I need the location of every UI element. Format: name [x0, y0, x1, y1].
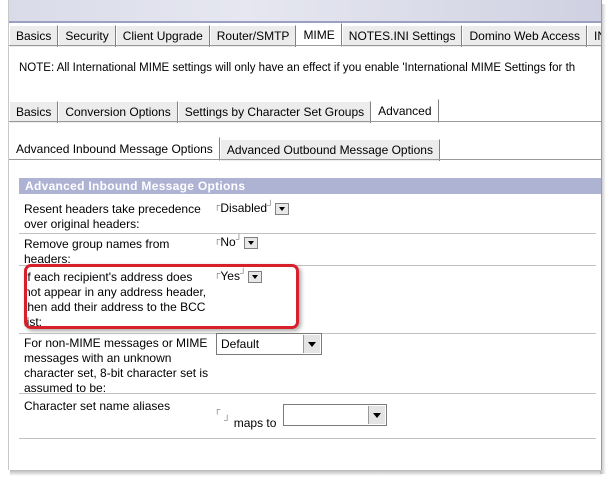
tab-in[interactable]: IN	[586, 25, 601, 47]
resent-headers-value: Disabled	[220, 201, 268, 215]
header-banner	[9, 0, 601, 22]
tab-notes-ini-settings[interactable]: NOTES.INI Settings	[341, 25, 463, 47]
tab-advanced-inbound[interactable]: Advanced Inbound Message Options	[9, 137, 220, 161]
charset-aliases-field[interactable]: ┌	[214, 405, 220, 419]
settings-document: Basics Security Client Upgrade Router/SM…	[8, 0, 602, 470]
tab-advanced-outbound[interactable]: Advanced Outbound Message Options	[219, 139, 440, 161]
maps-to-select[interactable]	[283, 404, 387, 426]
tab-client-upgrade[interactable]: Client Upgrade	[115, 25, 210, 47]
dropdown-arrow-icon[interactable]	[275, 202, 290, 215]
section-title: Advanced Inbound Message Options	[19, 178, 601, 194]
tab-mime-basics[interactable]: Basics	[9, 101, 59, 123]
remove-group-names-value: No	[220, 235, 236, 249]
tab-basics[interactable]: Basics	[9, 25, 59, 47]
tab-security[interactable]: Security	[58, 25, 116, 47]
tab-router-smtp[interactable]: Router/SMTP	[209, 25, 297, 47]
advanced-tab-underline	[9, 159, 601, 160]
mime-tab-bar: Basics Conversion Options Settings by Ch…	[9, 99, 439, 123]
dropdown-arrow-icon[interactable]	[244, 236, 259, 249]
maps-to-label: maps to	[233, 416, 277, 430]
eight-bit-charset-value: Default	[221, 337, 260, 351]
tab-mime[interactable]: MIME	[296, 23, 342, 47]
international-mime-note: NOTE: All International MIME settings wi…	[19, 62, 576, 74]
tab-advanced[interactable]: Advanced	[371, 99, 439, 123]
charset-aliases-field-end: ┘ maps to	[224, 415, 277, 431]
resent-headers-field[interactable]: ┌Disabled┘	[214, 200, 290, 215]
top-tab-underline	[9, 45, 601, 46]
top-tab-bar: Basics Security Client Upgrade Router/SM…	[9, 23, 601, 47]
resent-headers-label: Resent headers take precedence over orig…	[24, 202, 201, 231]
row-separator	[19, 438, 596, 439]
row-separator	[19, 233, 596, 234]
chevron-down-icon[interactable]	[303, 335, 320, 353]
highlight-annotation	[24, 264, 299, 329]
tab-settings-by-character-set-groups[interactable]: Settings by Character Set Groups	[177, 101, 372, 123]
field-corner-icon: ┘	[235, 234, 243, 244]
frame-shadow-bottom	[10, 470, 602, 476]
tab-conversion-options[interactable]: Conversion Options	[58, 101, 178, 123]
charset-aliases-label: Character set name aliases	[24, 399, 171, 413]
field-corner-icon: ┌	[214, 404, 221, 414]
eight-bit-charset-label: For non-MIME messages or MIME messages w…	[24, 336, 209, 395]
eight-bit-charset-select[interactable]: Default	[216, 333, 322, 355]
field-corner-icon: ┘	[267, 200, 274, 210]
advanced-tab-bar: Advanced Inbound Message Options Advance…	[9, 137, 440, 161]
field-corner-icon: ┘	[224, 415, 231, 425]
remove-group-names-label: Remove group names from headers:	[24, 237, 170, 266]
tab-domino-web-access[interactable]: Domino Web Access	[462, 25, 587, 47]
row-separator	[19, 393, 596, 394]
mime-tab-underline	[9, 121, 601, 122]
remove-group-names-field[interactable]: ┌No┘	[214, 234, 259, 249]
chevron-down-icon[interactable]	[368, 406, 385, 424]
